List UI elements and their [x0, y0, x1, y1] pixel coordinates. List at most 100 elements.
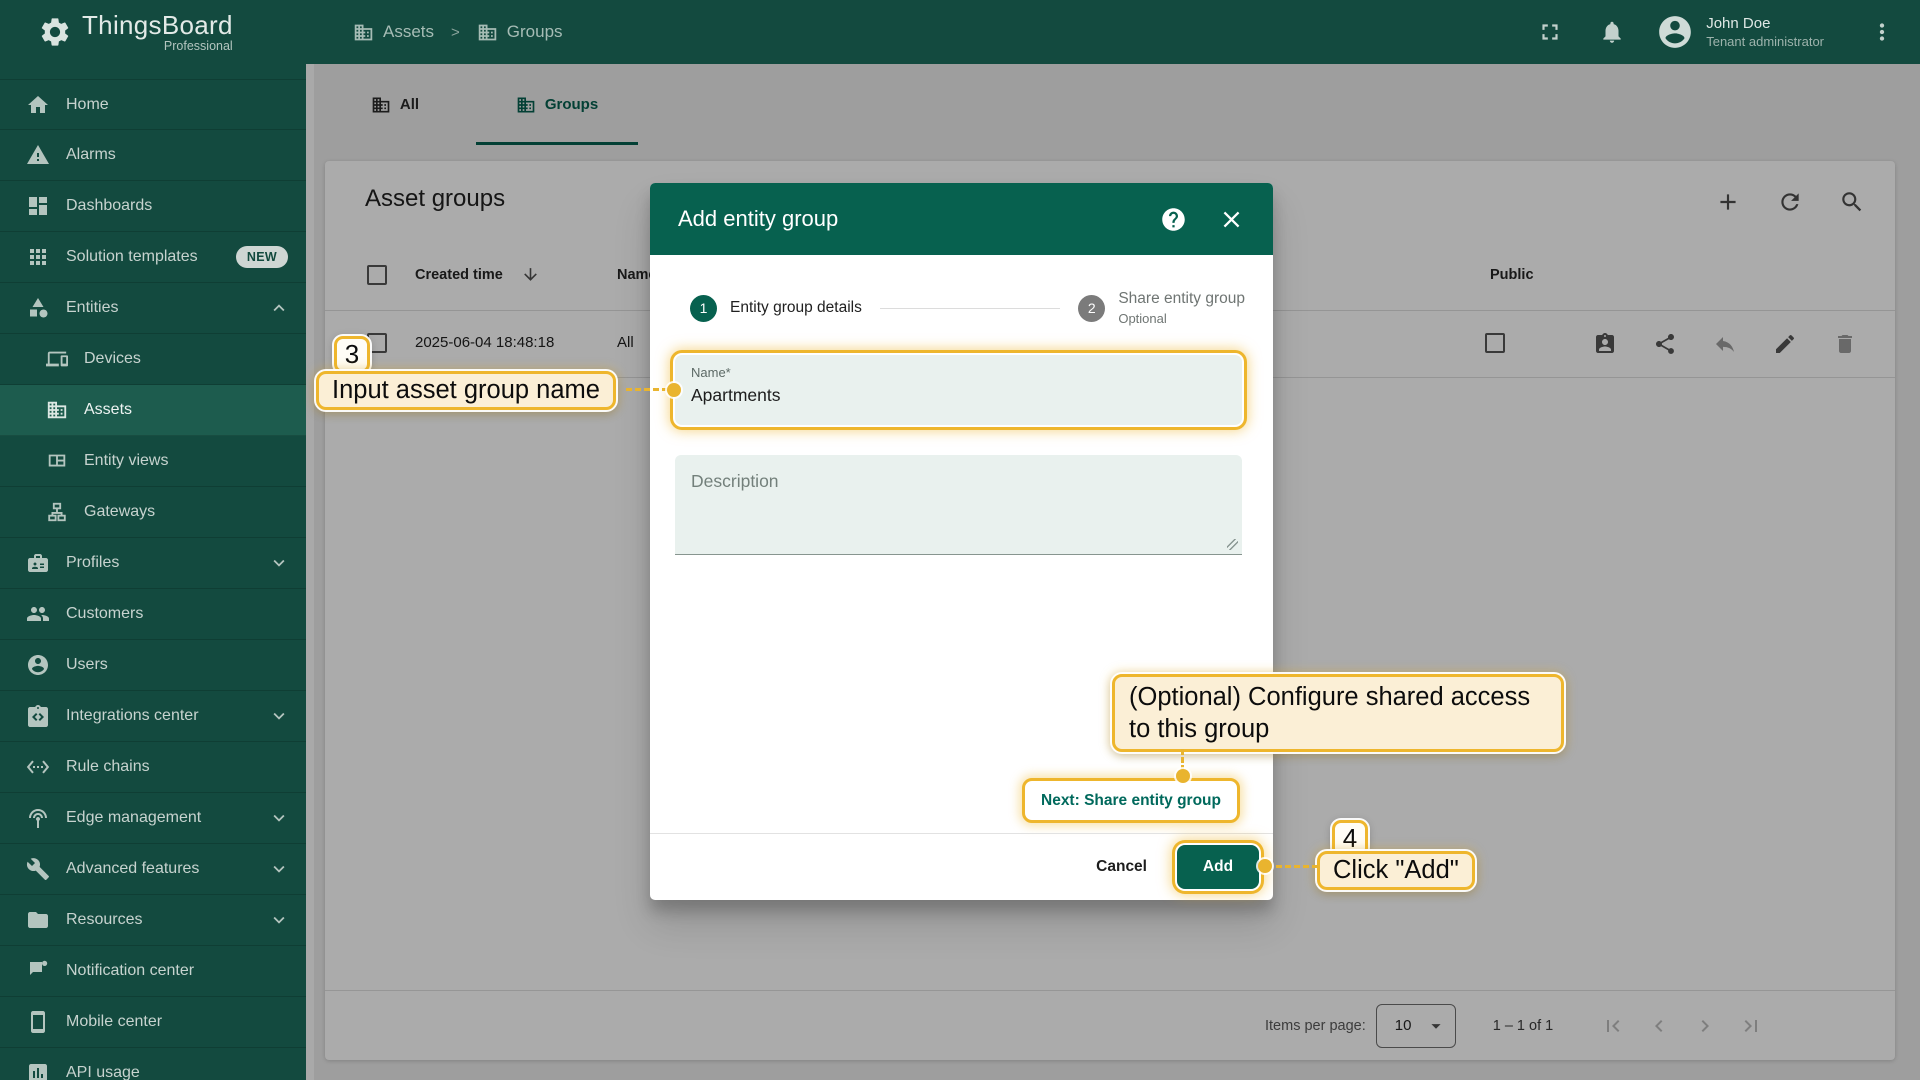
view-quilt-icon	[46, 450, 68, 472]
person-icon	[26, 653, 50, 677]
description-field	[675, 455, 1242, 555]
dialog-title: Add entity group	[678, 206, 838, 232]
sidebar-item-api-usage[interactable]: API usage	[0, 1048, 306, 1080]
annotation-step-4-label: Click "Add"	[1317, 851, 1475, 890]
sidebar-item-profiles[interactable]: Profiles	[0, 538, 306, 589]
app-header: ThingsBoard Professional Assets > Groups…	[0, 0, 1920, 64]
chevron-up-icon	[268, 297, 290, 319]
notification-icon	[26, 959, 50, 983]
next-share-entity-group-button[interactable]: Next: Share entity group	[1022, 778, 1240, 823]
sidebar-item-notification-center[interactable]: Notification center	[0, 946, 306, 997]
fullscreen-button[interactable]	[1530, 12, 1570, 52]
ethernet-icon	[26, 755, 50, 779]
sidebar-item-customers[interactable]: Customers	[0, 589, 306, 640]
cancel-button[interactable]: Cancel	[1096, 858, 1147, 876]
sidebar-item-devices[interactable]: Devices	[0, 334, 306, 385]
annotation-step-3-label: Input asset group name	[316, 371, 616, 410]
domain-icon	[46, 399, 68, 421]
close-icon	[1218, 206, 1245, 233]
sidebar-item-entity-views[interactable]: Entity views	[0, 436, 306, 487]
chevron-down-icon	[268, 909, 290, 931]
kebab-icon	[1869, 19, 1895, 45]
warning-icon	[26, 143, 50, 167]
sidebar-item-resources[interactable]: Resources	[0, 895, 306, 946]
app-name: ThingsBoard	[82, 12, 233, 38]
notifications-button[interactable]	[1592, 12, 1632, 52]
breadcrumb: Assets > Groups	[353, 22, 563, 43]
thingsboard-logo-icon	[38, 15, 72, 49]
apps-icon	[26, 245, 50, 269]
sidebar-scrollbar[interactable]	[306, 64, 314, 1080]
add-button[interactable]: Add	[1177, 845, 1259, 889]
dashboard-icon	[26, 194, 50, 218]
more-menu-button[interactable]	[1862, 12, 1902, 52]
resize-handle-icon[interactable]	[1227, 539, 1238, 550]
sidebar-item-gateways[interactable]: Gateways	[0, 487, 306, 538]
help-icon	[1160, 206, 1187, 233]
stepper: 1 Entity group details 2 Share entity gr…	[690, 279, 1245, 337]
sidebar-item-assets[interactable]: Assets	[0, 385, 306, 436]
annotation-dot	[1258, 859, 1272, 873]
app-logo[interactable]: ThingsBoard Professional	[38, 12, 268, 53]
breadcrumb-separator: >	[451, 24, 460, 41]
user-info[interactable]: John Doe Tenant administrator	[1706, 14, 1824, 50]
chevron-down-icon	[268, 858, 290, 880]
integration-icon	[26, 704, 50, 728]
antenna-icon	[26, 806, 50, 830]
annotation-connector	[1181, 749, 1184, 771]
tools-icon	[26, 857, 50, 881]
step-2-circle[interactable]: 2	[1078, 295, 1105, 322]
new-badge: NEW	[236, 246, 288, 268]
home-icon	[26, 93, 50, 117]
sidebar-item-edge-management[interactable]: Edge management	[0, 793, 306, 844]
annotation-optional-note: (Optional) Configure shared access to th…	[1112, 674, 1564, 752]
step-1-label: Entity group details	[730, 299, 862, 317]
annotation-dot	[667, 383, 681, 397]
user-name: John Doe	[1706, 14, 1824, 33]
annotation-step-3-number: 3	[334, 336, 370, 373]
domain-icon	[477, 22, 498, 43]
breadcrumb-groups[interactable]: Groups	[477, 22, 563, 43]
user-avatar-icon	[1656, 13, 1694, 51]
dialog-header: Add entity group	[650, 183, 1273, 255]
step-2-hint: Optional	[1118, 311, 1245, 326]
category-icon	[26, 296, 50, 320]
sidebar-item-home[interactable]: Home	[0, 79, 306, 130]
sidebar-item-entities[interactable]: Entities	[0, 283, 306, 334]
sidebar-item-dashboards[interactable]: Dashboards	[0, 181, 306, 232]
chart-icon	[26, 1061, 50, 1080]
chevron-down-icon	[268, 807, 290, 829]
chevron-down-icon	[268, 705, 290, 727]
step-1-circle[interactable]: 1	[690, 295, 717, 322]
domain-icon	[353, 22, 374, 43]
name-input[interactable]	[691, 385, 1226, 406]
sidebar-item-integrations-center[interactable]: Integrations center	[0, 691, 306, 742]
dialog-footer: Cancel Add	[650, 833, 1273, 900]
sidebar-item-solution-templates[interactable]: Solution templates NEW	[0, 232, 306, 283]
name-field: Name*	[675, 355, 1242, 425]
sidebar-item-mobile-center[interactable]: Mobile center	[0, 997, 306, 1048]
breadcrumb-assets[interactable]: Assets	[353, 22, 434, 43]
sidebar-item-rule-chains[interactable]: Rule chains	[0, 742, 306, 793]
user-role: Tenant administrator	[1706, 33, 1824, 50]
lan-icon	[46, 501, 68, 523]
bell-icon	[1599, 19, 1625, 45]
close-button[interactable]	[1217, 205, 1245, 233]
smartphone-icon	[26, 1010, 50, 1034]
fullscreen-icon	[1537, 19, 1563, 45]
sidebar-item-users[interactable]: Users	[0, 640, 306, 691]
description-input[interactable]	[675, 455, 1242, 554]
annotation-connector	[1276, 865, 1318, 868]
help-button[interactable]	[1159, 205, 1187, 233]
people-icon	[26, 602, 50, 626]
sidebar-item-advanced-features[interactable]: Advanced features	[0, 844, 306, 895]
add-entity-group-dialog: Add entity group 1 Entity group details …	[650, 183, 1273, 900]
badge-icon	[26, 551, 50, 575]
chevron-down-icon	[268, 552, 290, 574]
annotation-connector	[626, 388, 668, 391]
annotation-dot	[1176, 769, 1190, 783]
sidebar-item-alarms[interactable]: Alarms	[0, 130, 306, 181]
step-2-label: Share entity group	[1118, 290, 1245, 308]
folder-icon	[26, 908, 50, 932]
avatar[interactable]	[1656, 13, 1694, 51]
